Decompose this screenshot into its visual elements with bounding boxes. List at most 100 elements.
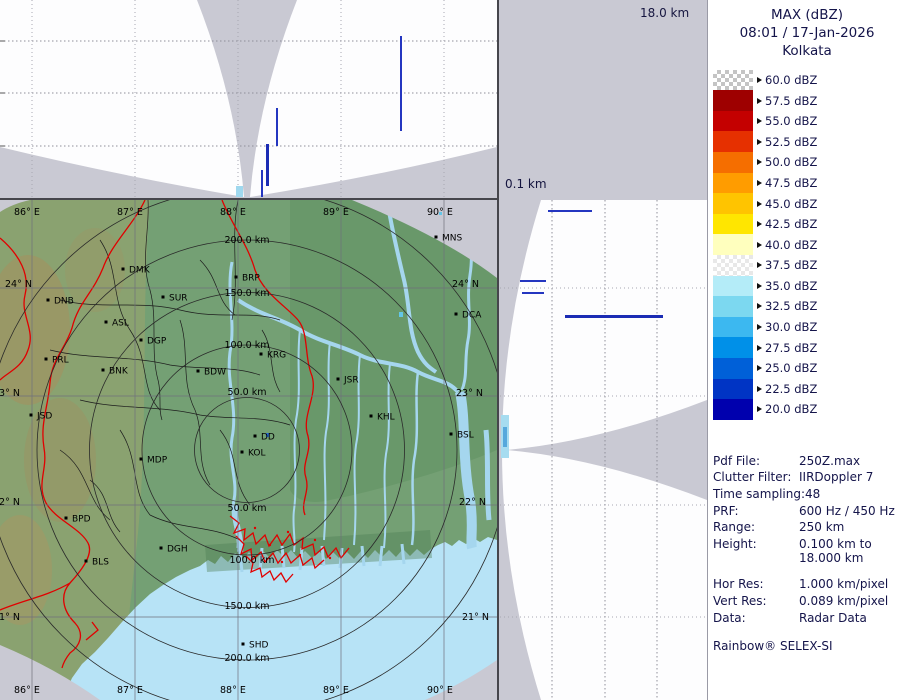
profile-echo xyxy=(236,186,243,197)
city-dot xyxy=(65,517,68,520)
city-label: BNK xyxy=(109,367,129,377)
info-key: Data: xyxy=(713,611,799,625)
scale-row: 45.0 dBZ xyxy=(713,193,906,214)
city-label: MNS xyxy=(442,234,462,244)
scale-label: 57.5 dBZ xyxy=(765,94,817,108)
city-label: JSD xyxy=(36,412,52,422)
info-row: Pdf File:250Z.max xyxy=(713,454,906,468)
scale-swatch xyxy=(713,234,753,255)
info-value: 0.089 km/pixel xyxy=(799,594,888,608)
info-row: PRF:600 Hz / 450 Hz xyxy=(713,504,906,518)
city-label: KHL xyxy=(377,413,395,423)
scale-label: 50.0 dBZ xyxy=(765,155,817,169)
city-dot xyxy=(241,451,244,454)
scale-swatch xyxy=(713,131,753,152)
profile-echo xyxy=(276,108,278,146)
legend-panel: MAX (dBZ) 08:01 / 17-Jan-2026 Kolkata 60… xyxy=(707,0,906,700)
scale-tick-arrow xyxy=(757,221,762,227)
info-key: Height: xyxy=(713,537,799,565)
city-dot xyxy=(47,299,50,302)
city-dot xyxy=(102,369,105,372)
info-value: 0.100 km to 18.000 km xyxy=(799,537,872,565)
profile-echo xyxy=(520,280,546,282)
scale-label: 40.0 dBZ xyxy=(765,238,817,252)
info-row: Time sampling:48 xyxy=(713,487,906,501)
scale-row: 27.5 dBZ xyxy=(713,337,906,358)
info-row: Clutter Filter:IIRDoppler 7 xyxy=(713,470,906,484)
scale-tick-arrow xyxy=(757,365,762,371)
height-axis-min-label: 0.1 km xyxy=(505,177,547,191)
scale-row: 57.5 dBZ xyxy=(713,90,906,111)
city-dot xyxy=(85,560,88,563)
city-dot xyxy=(197,370,200,373)
scale-row: 40.0 dBZ xyxy=(713,234,906,255)
city-label: BRP xyxy=(242,274,260,284)
scale-label: 32.5 dBZ xyxy=(765,299,817,313)
info-value: 600 Hz / 450 Hz xyxy=(799,504,895,518)
profile-echo xyxy=(266,144,269,186)
range-label: 50.0 km xyxy=(228,387,267,398)
scale-label: 55.0 dBZ xyxy=(765,114,817,128)
scale-tick-arrow xyxy=(757,77,762,83)
city-label: BDW xyxy=(204,368,226,378)
city-label: PRL xyxy=(52,356,69,366)
profile-echo xyxy=(400,36,402,131)
scale-row: 55.0 dBZ xyxy=(713,111,906,132)
profile-echo xyxy=(261,170,263,197)
scale-tick-arrow xyxy=(757,324,762,330)
scale-row: 22.5 dBZ xyxy=(713,379,906,400)
city-dot xyxy=(455,313,458,316)
info-key: Hor Res: xyxy=(713,577,799,591)
latitude-label-left: 24° N xyxy=(5,279,32,290)
range-label: 100.0 km xyxy=(230,555,275,566)
scale-tick-arrow xyxy=(757,386,762,392)
city-dot xyxy=(140,339,143,342)
scale-tick-arrow xyxy=(757,98,762,104)
scale-swatch xyxy=(713,90,753,111)
radar-display: DMKBRPMNSDNBSURASLDGPDCAPRLBNKBDWKRGJSRJ… xyxy=(0,0,906,700)
info-key: Range: xyxy=(713,520,799,534)
product-info: Pdf File:250Z.max Clutter Filter:IIRDoppl… xyxy=(713,454,906,625)
profile-echo xyxy=(548,210,592,212)
scale-swatch xyxy=(713,173,753,194)
city-dot xyxy=(140,458,143,461)
city-label: BPD xyxy=(72,515,91,525)
range-label: 150.0 km xyxy=(225,601,270,612)
scale-tick-arrow xyxy=(757,262,762,268)
scale-row: 20.0 dBZ xyxy=(713,399,906,420)
scale-label: 52.5 dBZ xyxy=(765,135,817,149)
scale-row: 60.0 dBZ xyxy=(713,70,906,91)
city-label: SUR xyxy=(169,294,188,304)
scale-label: 35.0 dBZ xyxy=(765,279,817,293)
range-label: 50.0 km xyxy=(228,503,267,514)
city-dot xyxy=(242,643,245,646)
scale-label: 20.0 dBZ xyxy=(765,402,817,416)
scale-swatch xyxy=(713,111,753,132)
scale-swatch xyxy=(713,70,753,91)
profile-coverage-area xyxy=(0,0,497,197)
latitude-label-right: 22° N xyxy=(459,497,486,508)
info-key: Vert Res: xyxy=(713,594,799,608)
scale-row: 37.5 dBZ xyxy=(713,255,906,276)
map-echo xyxy=(399,312,403,317)
scale-swatch xyxy=(713,317,753,338)
profile-echo xyxy=(565,315,663,318)
longitude-label-top: 88° E xyxy=(220,207,246,218)
city-label: SHD xyxy=(249,641,268,651)
scale-swatch xyxy=(713,399,753,420)
range-label: 100.0 km xyxy=(225,340,270,351)
longitude-label-top: 86° E xyxy=(14,207,40,218)
city-dot xyxy=(450,433,453,436)
latitude-label-right: 24° N xyxy=(452,279,479,290)
scale-swatch xyxy=(713,214,753,235)
software-credit: Rainbow® SELEX-SI xyxy=(713,639,906,653)
city-label: JSR xyxy=(343,376,359,386)
panel-divider-horizontal xyxy=(0,198,498,200)
info-value: 250Z.max xyxy=(799,454,860,468)
longitude-label-bottom: 89° E xyxy=(323,685,349,696)
scale-label: 45.0 dBZ xyxy=(765,197,817,211)
city-label: DCA xyxy=(462,311,482,321)
dbz-color-scale: 60.0 dBZ 57.5 dBZ 55.0 dBZ 52.5 dBZ 50.0 dBZ… xyxy=(713,70,906,420)
scale-row: 47.5 dBZ xyxy=(713,173,906,194)
city-dot xyxy=(370,415,373,418)
